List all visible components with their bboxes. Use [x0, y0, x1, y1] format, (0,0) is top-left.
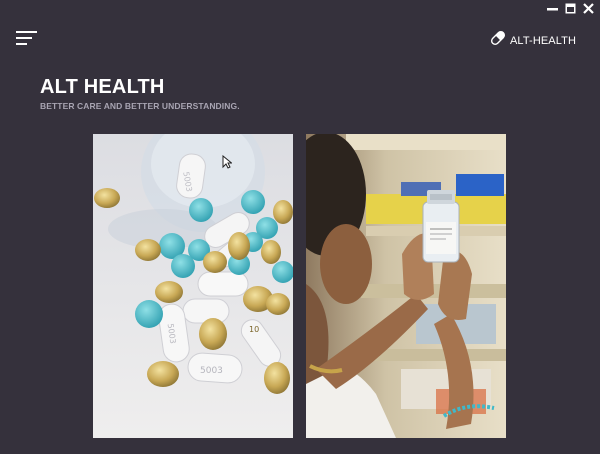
svg-text:5003: 5003	[200, 366, 223, 376]
brand-link[interactable]: ALT-HEALTH	[489, 29, 576, 52]
svg-text:10: 10	[249, 325, 259, 334]
hamburger-menu-icon[interactable]	[16, 30, 38, 46]
window-controls	[546, 2, 594, 14]
maximize-icon[interactable]	[564, 2, 576, 14]
pill-icon	[489, 29, 507, 52]
brand-label: ALT-HEALTH	[510, 34, 576, 47]
app-window: ALT-HEALTH ALT HEALTH BETTER CARE AND BE…	[0, 0, 600, 454]
page-subtitle: BETTER CARE AND BETTER UNDERSTANDING.	[40, 101, 240, 111]
pills-photo: 5003 5003 5003 10	[93, 134, 293, 438]
page-title: ALT HEALTH	[40, 76, 165, 98]
minimize-icon[interactable]	[546, 2, 558, 14]
close-icon[interactable]	[582, 2, 594, 14]
vial-photo	[306, 134, 506, 438]
